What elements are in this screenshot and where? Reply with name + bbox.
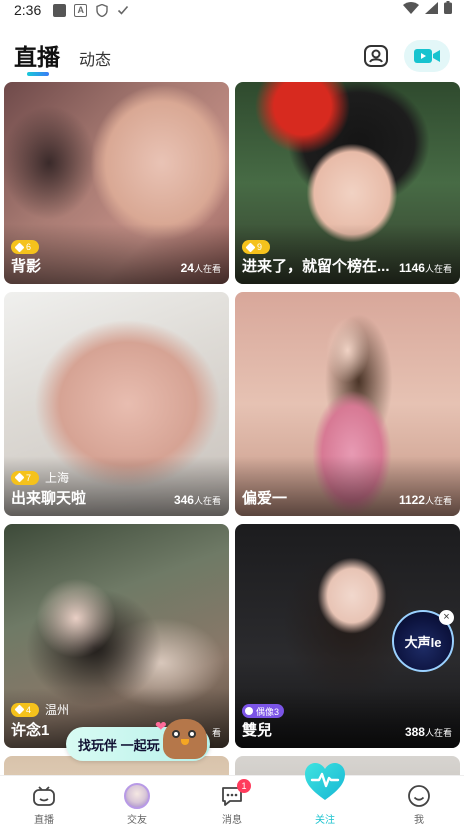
nav-label: 我 (414, 815, 424, 825)
room-title: 出来聊天啦 (11, 490, 87, 507)
signal-icon (425, 1, 438, 19)
gem-icon (14, 472, 25, 483)
tab-active-indicator (27, 72, 49, 76)
nav-label: 直播 (34, 815, 54, 825)
shield-icon (95, 3, 108, 17)
status-bar: 2:36 A (0, 0, 464, 20)
go-live-button[interactable] (404, 40, 450, 72)
live-room-card[interactable]: 偏爱一 1122人在看 (235, 292, 460, 516)
viewer-count: 24人在看 (180, 261, 221, 275)
nav-item-friends[interactable]: 交友 (102, 776, 172, 825)
owl-mascot-icon[interactable] (163, 719, 207, 759)
smile-icon (406, 783, 432, 809)
viewer-count: 346人在看 (173, 493, 221, 507)
top-header: 直播 动态 (0, 30, 464, 80)
room-title: 偏爱一 (242, 490, 288, 507)
unread-badge: 1 (237, 779, 251, 793)
location-label: 温州 (45, 703, 70, 717)
gem-icon (245, 242, 256, 252)
idol-badge: 偶像3 (242, 704, 285, 718)
room-cover-image (235, 756, 460, 775)
level-badge: 6 (11, 240, 39, 254)
gem-icon (14, 704, 25, 715)
nav-item-live[interactable]: 直播 (9, 776, 79, 825)
room-title: 进来了，就留个榜在... (242, 258, 390, 275)
profile-card-icon (364, 45, 388, 67)
location-label: 上海 (45, 471, 70, 485)
live-room-card[interactable]: 大声Ie × 偶像3 雙兒 388人在看 (235, 524, 460, 748)
live-room-card[interactable]: 4 温州 许念1 看 (4, 524, 229, 748)
live-room-card[interactable]: 6 背影 24人在看 (4, 82, 229, 284)
nav-label: 消息 (222, 815, 242, 825)
idol-icon (245, 707, 253, 715)
viewer-count: 1122人在看 (398, 493, 452, 507)
video-camera-icon (414, 49, 440, 63)
level-badge: 7 (11, 470, 39, 485)
room-title: 雙兒 (242, 722, 273, 739)
live-room-card[interactable]: 7 上海 出来聊天啦 346人在看 (4, 292, 229, 516)
viewer-count: 看 (211, 728, 221, 738)
find-partner-label: 找玩伴 一起玩 (78, 737, 160, 753)
a-icon: A (74, 3, 88, 17)
heart-pulse-icon[interactable] (303, 762, 347, 802)
battery-icon (444, 1, 452, 19)
album-close-button[interactable]: × (439, 610, 454, 625)
gem-icon (14, 242, 25, 252)
room-title: 背影 (11, 258, 42, 275)
nav-item-messages[interactable]: 1 消息 (197, 776, 267, 825)
level-badge: 4 (11, 702, 39, 717)
nav-item-me[interactable]: 我 (384, 776, 454, 825)
tv-icon (31, 783, 57, 809)
nav-label: 关注 (315, 815, 335, 825)
wifi-icon (403, 1, 419, 19)
level-badge: 9 (242, 240, 270, 254)
avatar (124, 783, 150, 809)
live-room-card[interactable] (235, 756, 460, 775)
live-room-card[interactable]: 9 进来了，就留个榜在... 1146人在看 (235, 82, 460, 284)
live-room-grid: 6 背影 24人在看 9 进来了，就留个榜在... 1146人在看 7 上海 出… (0, 82, 464, 775)
check-icon (116, 4, 129, 17)
status-time: 2:36 (14, 2, 42, 18)
viewer-count: 1146人在看 (398, 261, 452, 275)
nav-label: 交友 (127, 815, 147, 825)
room-title: 许念1 (11, 722, 50, 739)
tab-feed[interactable]: 动态 (79, 46, 111, 70)
notification-icon (53, 3, 67, 17)
viewer-count: 388人在看 (404, 725, 452, 739)
bottom-nav: 直播 交友 1 消息 关注 我 (0, 775, 464, 825)
tab-live[interactable]: 直播 (14, 38, 60, 72)
profile-card-button[interactable] (362, 42, 390, 70)
